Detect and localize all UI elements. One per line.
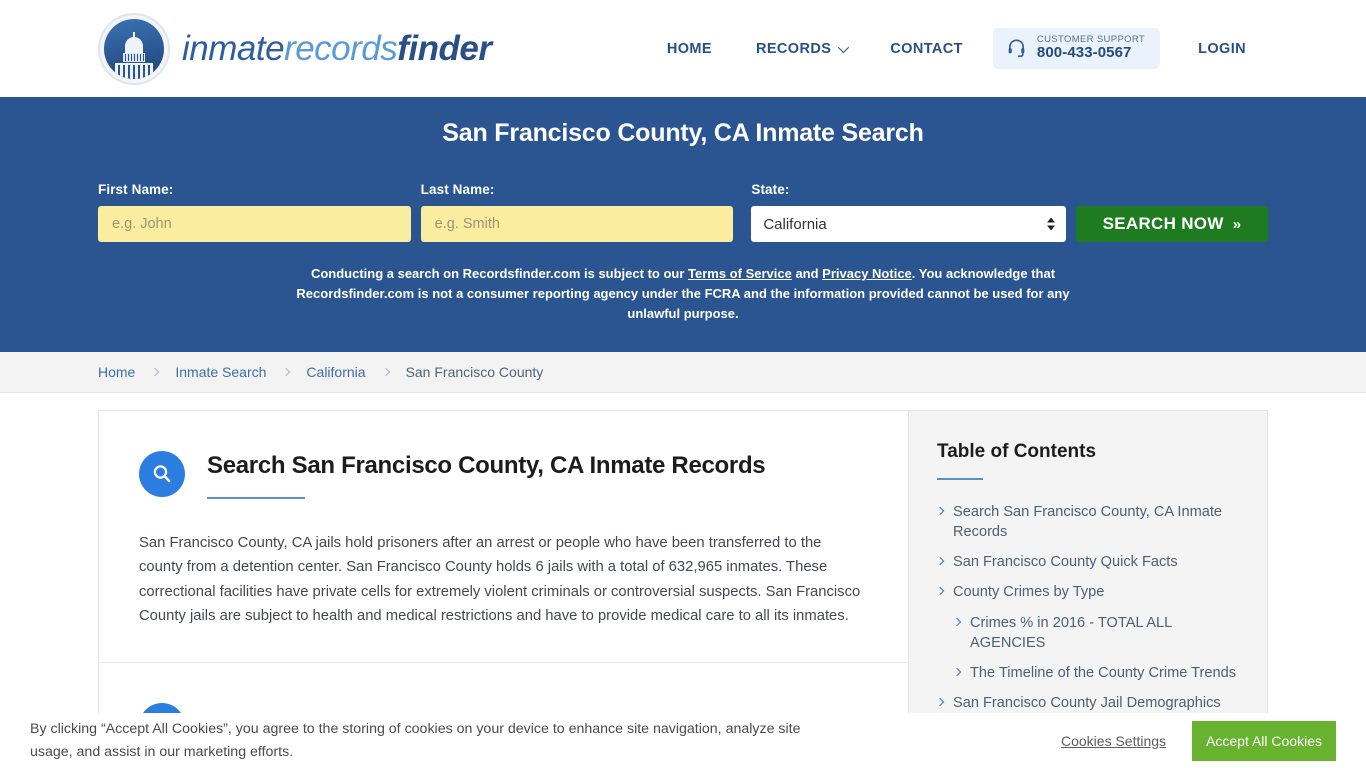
toc-link[interactable]: San Francisco County Quick Facts (953, 552, 1178, 572)
toc-link[interactable]: San Francisco County Jail Demographics (953, 693, 1221, 713)
toc-item[interactable]: Search San Francisco County, CA Inmate R… (935, 502, 1239, 542)
main-content: Search San Francisco County, CA Inmate R… (98, 410, 908, 751)
customer-support-badge[interactable]: CUSTOMER SUPPORT 800-433-0567 (992, 27, 1161, 70)
last-name-field-group: Last Name: (420, 182, 734, 242)
state-field-group: State: California (751, 182, 1066, 242)
search-disclaimer: Conducting a search on Recordsfinder.com… (261, 264, 1106, 324)
last-name-label: Last Name: (420, 182, 495, 197)
article-body: San Francisco County, CA jails hold pris… (139, 534, 861, 625)
chevron-right-icon (952, 617, 962, 626)
disclaimer-part-2: and (791, 266, 823, 281)
chevron-right-icon (151, 367, 160, 377)
toc-item[interactable]: San Francisco County Jail Demographics (935, 693, 1239, 713)
site-header: inmaterecordsfinder HOME RECORDS CONTACT… (0, 0, 1366, 97)
breadcrumb-item-current: San Francisco County (405, 364, 544, 380)
toc-link[interactable]: County Crimes by Type (953, 582, 1104, 602)
toc-title: Table of Contents (937, 441, 1097, 462)
search-now-label: SEARCH NOW (1102, 214, 1224, 233)
cookies-settings-button[interactable]: Cookies Settings (1055, 732, 1172, 750)
first-name-label: First Name: (98, 182, 174, 197)
chevron-right-icon (381, 367, 390, 377)
main-navigation: HOME RECORDS CONTACT CUSTOMER SUPPORT 80… (645, 27, 1268, 70)
brand-word-3: finder (397, 28, 492, 68)
nav-records-label: RECORDS (755, 40, 832, 57)
toc-item[interactable]: County Crimes by Type (935, 582, 1239, 602)
chevron-down-icon (838, 41, 850, 53)
toc-underline (937, 478, 983, 480)
chevron-right-icon (282, 367, 291, 377)
page-body: Search San Francisco County, CA Inmate R… (0, 393, 1366, 751)
toc-link[interactable]: Crimes % in 2016 - TOTAL ALL AGENCIES (970, 613, 1239, 653)
breadcrumb-item-home[interactable]: Home (98, 364, 135, 380)
nav-records[interactable]: RECORDS (734, 31, 868, 67)
page-viewport: inmaterecordsfinder HOME RECORDS CONTACT… (0, 0, 1366, 768)
disclaimer-part-1: Conducting a search on Recordsfinder.com… (310, 266, 689, 281)
cookie-consent-banner: By clicking “Accept All Cookies”, you ag… (0, 713, 1366, 768)
cookie-banner-text: By clicking “Accept All Cookies”, you ag… (30, 720, 801, 760)
toc-item-sub[interactable]: The Timeline of the County Crime Trends (937, 663, 1239, 683)
brand-word-1: inmate (182, 28, 285, 68)
nav-home-label: HOME (666, 40, 712, 57)
toc-link[interactable]: Search San Francisco County, CA Inmate R… (953, 502, 1239, 542)
breadcrumb-item-inmate-search[interactable]: Inmate Search (175, 364, 266, 380)
first-name-input[interactable] (98, 206, 411, 242)
hero-search-section: San Francisco County, CA Inmate Search F… (0, 97, 1366, 352)
magnifier-icon (139, 451, 185, 497)
nav-home[interactable]: HOME (645, 31, 734, 67)
toc-link[interactable]: The Timeline of the County Crime Trends (970, 663, 1236, 683)
terms-of-service-link[interactable]: Terms of Service (688, 266, 792, 281)
headset-icon (1008, 38, 1025, 57)
inmate-search-form: First Name: Last Name: State: California… (0, 182, 1366, 242)
nav-login-label: LOGIN (1198, 40, 1246, 57)
brand-word-2: records (284, 28, 398, 68)
capitol-dome-icon (98, 12, 170, 85)
state-label: State: (751, 182, 790, 197)
state-select[interactable]: California (751, 206, 1066, 242)
last-name-input[interactable] (420, 206, 734, 242)
title-underline (207, 496, 305, 499)
nav-contact[interactable]: CONTACT (868, 31, 985, 67)
chevron-right-icon (952, 667, 962, 676)
breadcrumb-item-california[interactable]: California (306, 364, 365, 380)
double-chevron-icon: » (1232, 215, 1242, 233)
search-now-button[interactable]: SEARCH NOW » (1075, 206, 1268, 242)
nav-login[interactable]: LOGIN (1176, 31, 1268, 67)
chevron-right-icon (935, 697, 945, 707)
nav-contact-label: CONTACT (890, 40, 963, 57)
article-search-records: Search San Francisco County, CA Inmate R… (99, 411, 908, 662)
toc-item-sub[interactable]: Crimes % in 2016 - TOTAL ALL AGENCIES (937, 613, 1239, 653)
table-of-contents: Table of Contents Search San Francisco C… (908, 410, 1268, 751)
support-phone: 800-433-0567 (1036, 44, 1132, 62)
accept-all-cookies-button[interactable]: Accept All Cookies (1192, 720, 1336, 761)
first-name-field-group: First Name: (98, 182, 411, 242)
brand-wordmark: inmaterecordsfinder (182, 29, 492, 69)
privacy-notice-link[interactable]: Privacy Notice (822, 266, 912, 281)
brand-logo[interactable]: inmaterecordsfinder (98, 12, 492, 85)
breadcrumb: Home Inmate Search California San Franci… (0, 352, 1366, 393)
page-title: San Francisco County, CA Inmate Search (442, 119, 924, 147)
article-title: Search San Francisco County, CA Inmate R… (207, 452, 766, 479)
chevron-right-icon (935, 587, 945, 596)
chevron-right-icon (935, 557, 945, 566)
chevron-right-icon (935, 506, 945, 516)
toc-item[interactable]: San Francisco County Quick Facts (935, 552, 1239, 572)
toc-list: Search San Francisco County, CA Inmate R… (935, 502, 1239, 713)
